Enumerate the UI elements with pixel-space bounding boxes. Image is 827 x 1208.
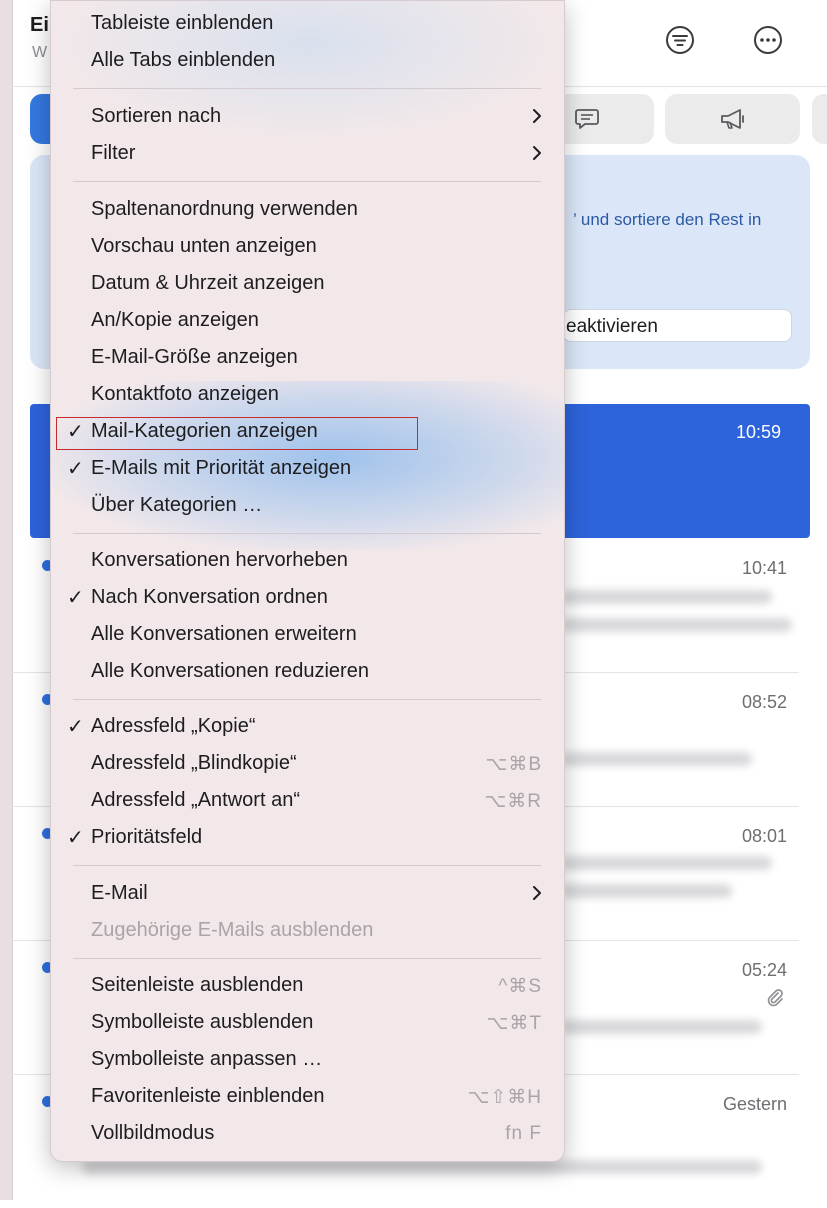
menu-item-organize-by-conversation[interactable]: ✓ Nach Konversation ordnen	[51, 581, 564, 615]
menu-item-about-categories[interactable]: Über Kategorien …	[51, 489, 564, 523]
keyboard-shortcut: ⌥⌘T	[486, 1013, 542, 1034]
menu-item-customize-toolbar[interactable]: Symbolleiste anpassen …	[51, 1043, 564, 1077]
blurred-preview	[562, 752, 752, 766]
blurred-preview	[82, 1160, 762, 1174]
category-tab-updates[interactable]	[665, 94, 800, 144]
blurred-subject	[562, 856, 772, 870]
paperclip-icon	[767, 989, 783, 1007]
more-icon[interactable]	[750, 22, 786, 58]
menu-item-priority-field[interactable]: ✓ Prioritätsfeld	[51, 821, 564, 855]
checkmark-icon: ✓	[67, 587, 84, 609]
category-tab-promotions[interactable]	[812, 94, 827, 144]
message-time: 10:41	[741, 558, 787, 578]
mailbox-subtitle: W	[32, 44, 48, 61]
blurred-subject	[562, 590, 772, 604]
menu-item-hide-related-mails: Zugehörige E-Mails ausblenden	[91, 919, 374, 941]
message-time: Gestern	[722, 1094, 787, 1114]
menu-item-highlight-conversations[interactable]: Konversationen hervorheben	[51, 544, 564, 578]
chevron-right-icon	[533, 109, 541, 123]
blurred-preview	[562, 1020, 762, 1034]
keyboard-shortcut: ^⌘S	[498, 976, 542, 997]
menu-item-collapse-all-conversations[interactable]: Alle Konversationen reduzieren	[51, 655, 564, 689]
menu-separator	[73, 181, 541, 182]
menu-item-filter[interactable]: Filter	[51, 137, 564, 171]
message-time: 08:52	[741, 692, 787, 712]
megaphone-icon	[720, 109, 744, 129]
chat-icon	[575, 109, 599, 129]
menu-item-full-screen[interactable]: Vollbildmodus fn F	[51, 1117, 564, 1151]
menu-separator	[73, 88, 541, 89]
menu-item-preview-bottom[interactable]: Vorschau unten anzeigen	[51, 230, 564, 264]
mailbox-title: Ei	[30, 14, 49, 36]
menu-item-show-to-cc[interactable]: An/Kopie anzeigen	[51, 304, 564, 338]
chevron-right-icon	[533, 146, 541, 160]
menu-item-email[interactable]: E-Mail	[51, 877, 564, 911]
menu-item-show-all-tabs[interactable]: Alle Tabs einblenden	[51, 44, 564, 78]
menu-separator	[73, 533, 541, 534]
blurred-preview	[562, 618, 792, 632]
message-time: 05:24	[741, 960, 787, 980]
deactivate-button[interactable]: eaktivieren	[563, 309, 792, 342]
keyboard-shortcut: fn F	[505, 1123, 542, 1144]
message-time: 10:59	[736, 422, 782, 442]
checkmark-icon: ✓	[67, 458, 84, 480]
menu-item-show-size[interactable]: E-Mail-Größe anzeigen	[51, 341, 564, 375]
menu-item-show-favorites-bar[interactable]: Favoritenleiste einblenden ⌥⇧⌘H	[51, 1080, 564, 1114]
keyboard-shortcut: ⌥⌘B	[485, 754, 542, 775]
menu-item-show-date-time[interactable]: Datum & Uhrzeit anzeigen	[51, 267, 564, 301]
annotation-highlight-box	[56, 417, 418, 450]
menu-item-bcc-field[interactable]: Adressfeld „Blindkopie“ ⌥⌘B	[51, 747, 564, 781]
filter-icon[interactable]	[662, 22, 698, 58]
menu-separator	[73, 699, 541, 700]
checkmark-icon: ✓	[67, 716, 84, 738]
menu-item-sort-by[interactable]: Sortieren nach	[51, 100, 564, 134]
blurred-preview	[562, 884, 732, 898]
menu-separator	[73, 958, 541, 959]
keyboard-shortcut: ⌥⇧⌘H	[467, 1087, 542, 1108]
menu-item-show-priority-mails[interactable]: ✓ E-Mails mit Priorität anzeigen	[51, 452, 564, 486]
menu-item-column-layout[interactable]: Spaltenanordnung verwenden	[51, 193, 564, 227]
menu-item-hide-sidebar[interactable]: Seitenleiste ausblenden ^⌘S	[51, 969, 564, 1003]
message-time: 08:01	[741, 826, 787, 846]
keyboard-shortcut: ⌥⌘R	[484, 791, 542, 812]
chevron-right-icon	[533, 886, 541, 900]
menu-separator	[73, 865, 541, 866]
menu-item-show-tab-bar[interactable]: Tableiste einblenden	[51, 7, 564, 41]
menu-item-show-contact-photo[interactable]: Kontaktfoto anzeigen	[51, 378, 564, 412]
menu-item-reply-to-field[interactable]: Adressfeld „Antwort an“ ⌥⌘R	[51, 784, 564, 818]
checkmark-icon: ✓	[67, 827, 84, 849]
menu-item-expand-all-conversations[interactable]: Alle Konversationen erweitern	[51, 618, 564, 652]
banner-text: ’ und sortiere den Rest in	[573, 210, 762, 229]
menu-item-hide-toolbar[interactable]: Symbolleiste ausblenden ⌥⌘T	[51, 1006, 564, 1040]
menu-item-cc-field[interactable]: ✓ Adressfeld „Kopie“	[51, 710, 564, 744]
view-context-menu: Tableiste einblenden Alle Tabs einblende…	[50, 0, 565, 1162]
